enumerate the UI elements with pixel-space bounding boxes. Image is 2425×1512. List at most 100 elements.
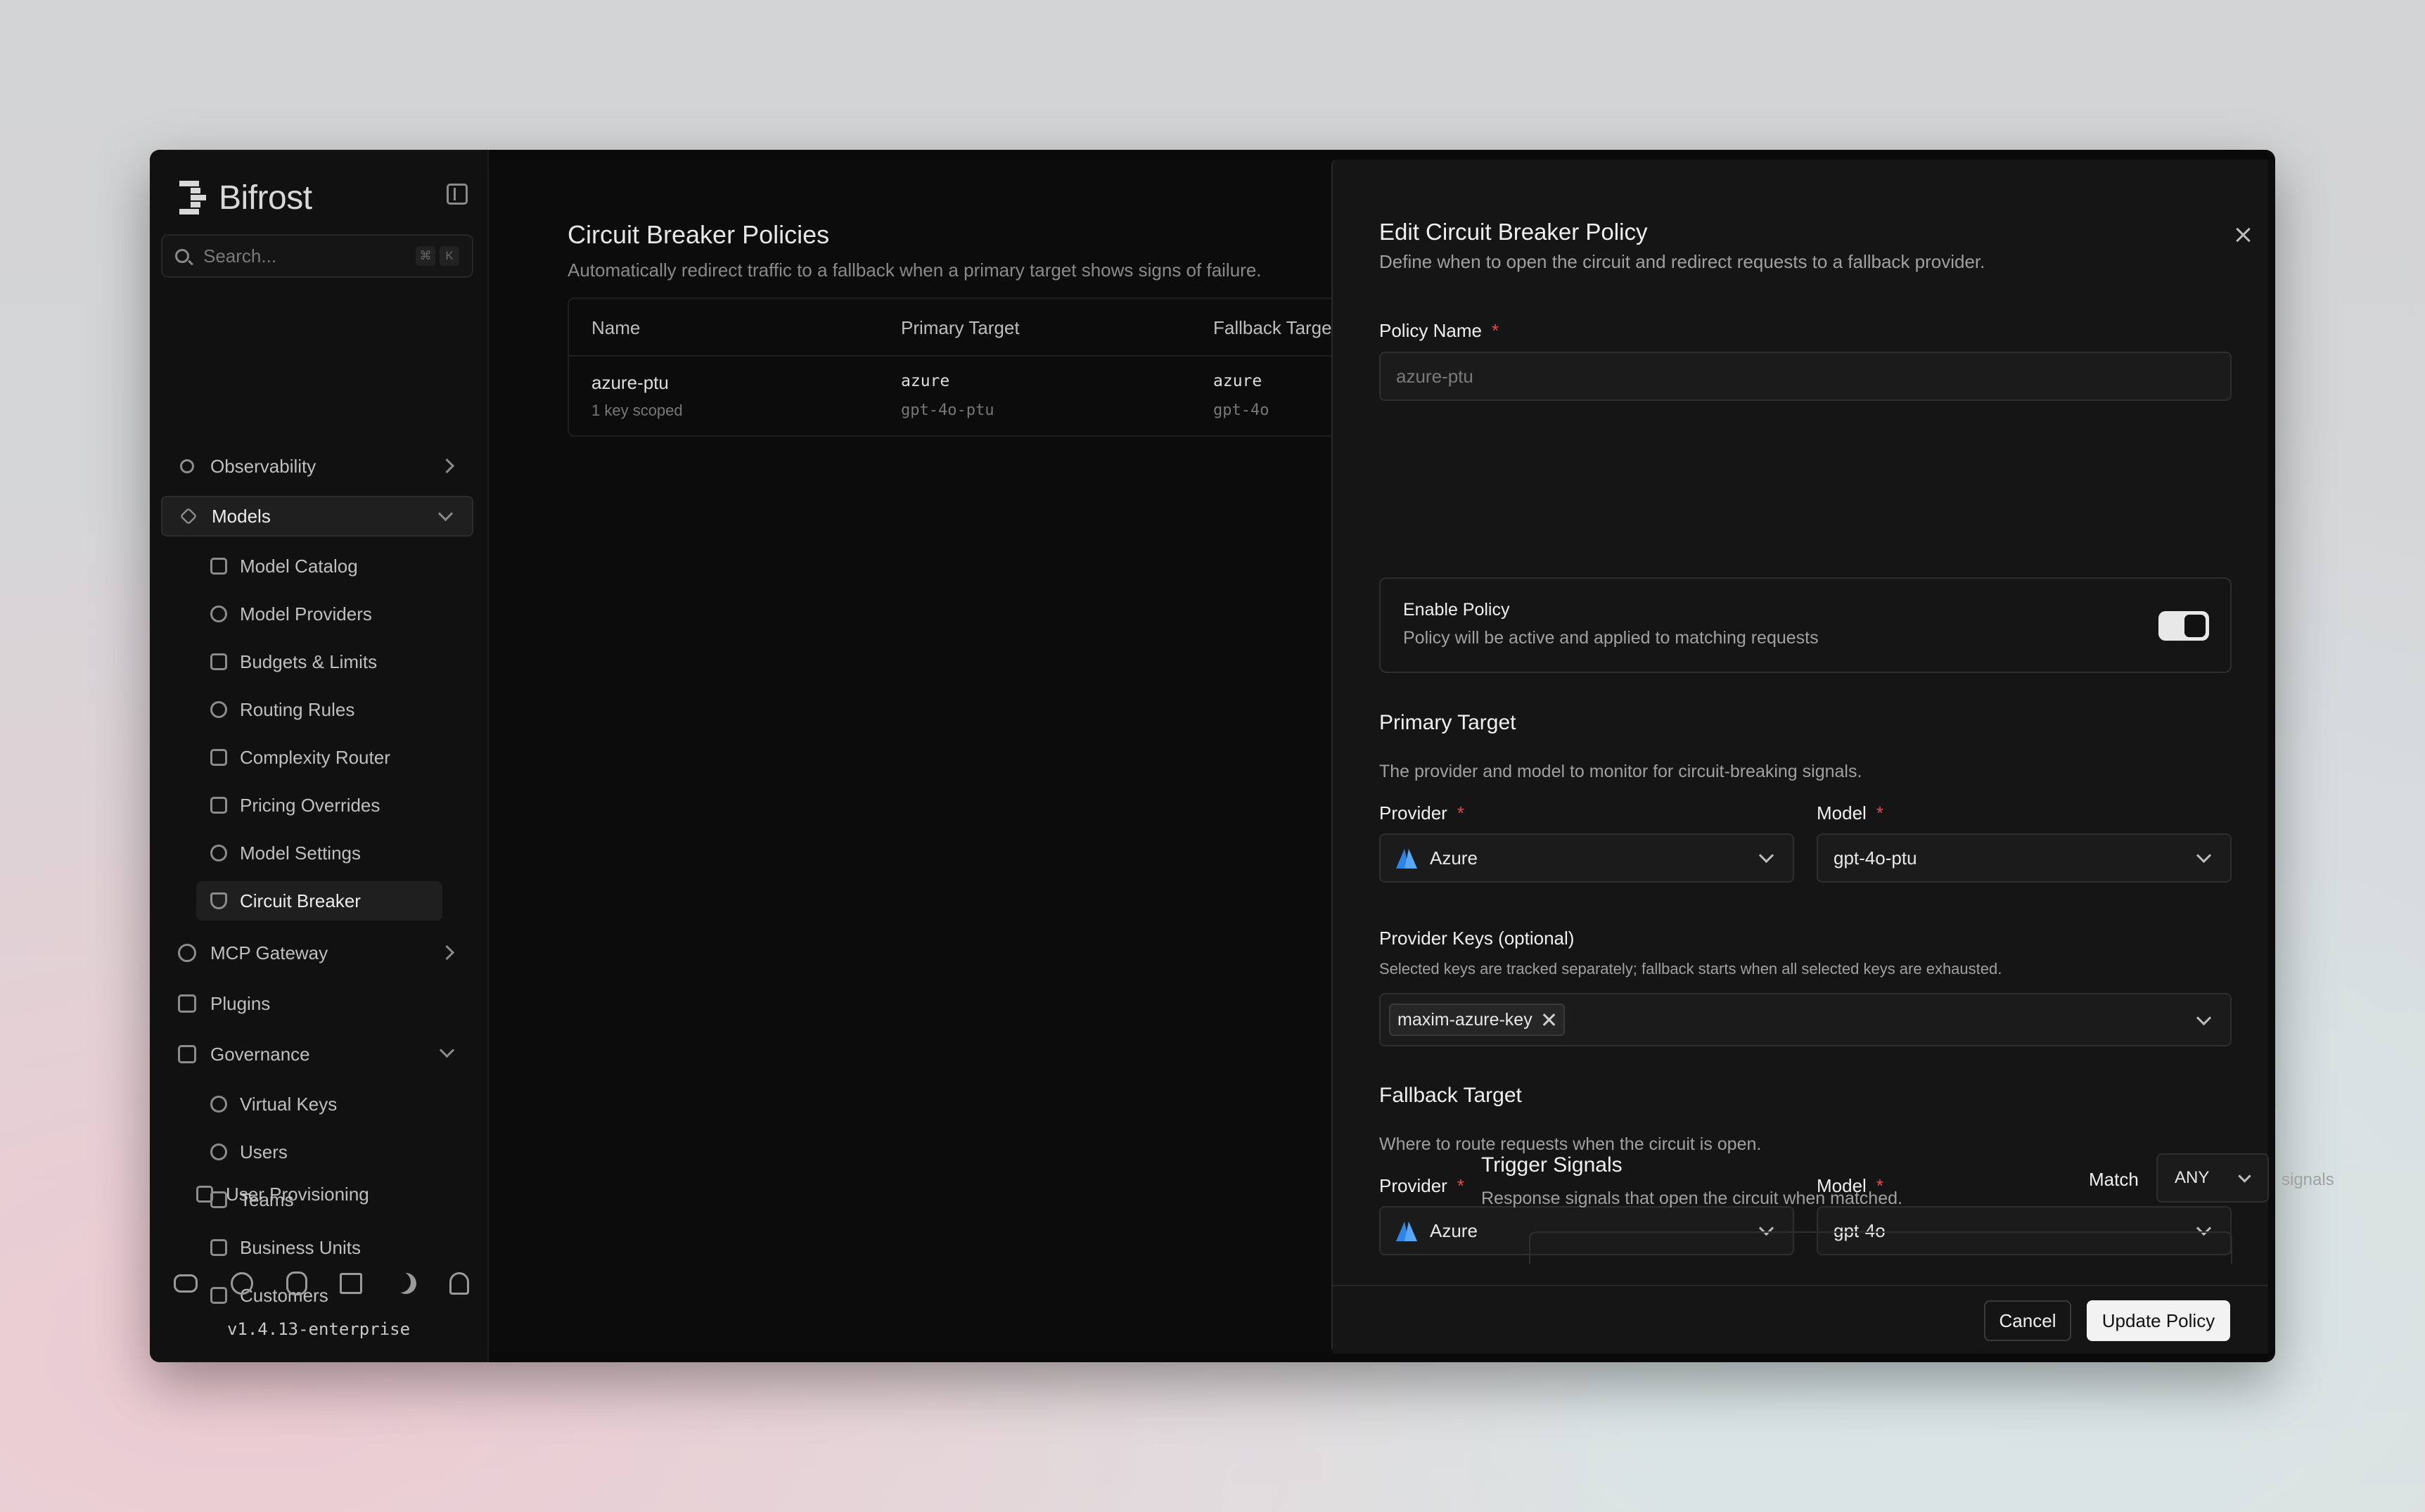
primary-model-select[interactable]: gpt-4o-ptu — [1817, 833, 2232, 883]
sidebar-item-label: Virtual Keys — [240, 1093, 338, 1115]
sidebar-item-label: User Provisioning — [226, 1183, 369, 1205]
discord-icon[interactable] — [174, 1274, 198, 1293]
sidebar-item-label: Models — [212, 505, 271, 527]
chevron-down-icon — [437, 506, 454, 522]
wallet-icon — [210, 653, 227, 670]
table-header: Name Primary Target Fallback Targe — [569, 299, 1413, 357]
sidebar-item-model-providers[interactable]: Model Providers — [196, 594, 442, 634]
enable-policy-card: Enable Policy Policy will be active and … — [1379, 577, 2232, 673]
sidebar-item-governance[interactable]: Governance — [161, 1034, 473, 1075]
column-header: Fallback Targe — [1213, 317, 1332, 338]
match-label: Match — [2089, 1169, 2139, 1190]
sidebar-item-label: Users — [240, 1141, 288, 1162]
sidebar-item-pricing-overrides[interactable]: Pricing Overrides — [196, 786, 442, 825]
sidebar-item-label: Routing Rules — [240, 698, 355, 720]
sidebar-item-observability[interactable]: Observability — [161, 446, 473, 487]
app-version: v1.4.13-enterprise — [226, 1319, 411, 1339]
enable-policy-title: Enable Policy — [1403, 600, 1510, 620]
mcp-icon — [178, 944, 196, 962]
sidebar-item-complexity-router[interactable]: Complexity Router — [196, 738, 442, 777]
primary-model-label: Model * — [1817, 802, 1883, 824]
policies-table: Name Primary Target Fallback Targe azure… — [568, 297, 1414, 437]
search-input[interactable]: Search... ⌘ K — [161, 234, 473, 278]
github-icon[interactable] — [230, 1272, 253, 1295]
signals-label: signals — [2282, 1170, 2334, 1189]
fallback-model: gpt-4o — [1213, 402, 1269, 419]
chevron-right-icon — [439, 458, 455, 474]
sidebar-item-plugins[interactable]: Plugins — [161, 983, 473, 1024]
sidebar-item-circuit-breaker[interactable]: Circuit Breaker — [196, 881, 442, 921]
primary-model: gpt-4o-ptu — [901, 402, 994, 419]
enable-policy-desc: Policy will be active and applied to mat… — [1403, 628, 1819, 648]
sidebar-item-label: Complexity Router — [240, 746, 390, 768]
remove-chip-icon[interactable] — [1542, 1013, 1555, 1026]
sidebar-item-label: Plugins — [210, 992, 271, 1014]
bug-icon[interactable] — [286, 1271, 307, 1295]
provider-keys-desc: Selected keys are tracked separately; fa… — [1379, 960, 2002, 978]
fallback-target-heading: Fallback Target — [1379, 1084, 1522, 1107]
sidebar-item-label: Business Units — [240, 1236, 361, 1258]
policy-name-input[interactable]: azure-ptu — [1379, 352, 2232, 401]
telescope-icon — [178, 457, 196, 475]
provider-keys-multiselect[interactable]: maxim-azure-key — [1379, 993, 2232, 1046]
policy-scope: 1 key scoped — [591, 402, 683, 419]
primary-provider: azure — [901, 372, 950, 390]
sidebar-item-business-units[interactable]: Business Units — [196, 1228, 442, 1267]
enable-policy-toggle[interactable] — [2158, 611, 2209, 641]
sidebar-item-virtual-keys[interactable]: Virtual Keys — [196, 1084, 442, 1124]
primary-target-desc: The provider and model to monitor for ci… — [1379, 762, 1862, 781]
sidebar-item-budgets-limits[interactable]: Budgets & Limits — [196, 642, 442, 681]
collapse-sidebar-icon[interactable] — [447, 184, 468, 205]
bifrost-logo-icon — [179, 181, 207, 214]
azure-icon — [1396, 1220, 1417, 1241]
signals-card — [1529, 1231, 2232, 1264]
sidebar-footer-icons — [174, 1268, 469, 1299]
sidebar-item-model-settings[interactable]: Model Settings — [196, 833, 442, 873]
landmark-icon — [178, 1045, 196, 1063]
sidebar-item-label: Pricing Overrides — [240, 794, 380, 816]
table-row[interactable]: azure-ptu 1 key scoped azure gpt-4o-ptu … — [569, 357, 1413, 435]
moon-icon[interactable] — [395, 1273, 416, 1294]
sidebar-item-label: Circuit Breaker — [240, 890, 361, 911]
azure-icon — [1396, 847, 1417, 869]
docs-icon[interactable] — [340, 1273, 363, 1294]
settings-sliders-icon — [210, 797, 227, 814]
chevron-down-icon — [2196, 1010, 2212, 1026]
user-icon[interactable] — [449, 1272, 469, 1295]
app-name: Bifrost — [219, 179, 312, 217]
fallback-provider: azure — [1213, 372, 1262, 390]
building-icon — [210, 1239, 227, 1256]
kbd-k: K — [440, 246, 459, 266]
sidebar-item-label: Observability — [210, 455, 316, 477]
sidebar-item-user-provisioning[interactable]: User Provisioning — [196, 1174, 369, 1214]
sidebar-item-label: Budgets & Limits — [240, 651, 378, 672]
cancel-button[interactable]: Cancel — [1984, 1300, 2071, 1341]
primary-target-heading: Primary Target — [1379, 711, 1516, 734]
sidebar-item-label: Governance — [210, 1043, 310, 1065]
sidebar-item-routing-rules[interactable]: Routing Rules — [196, 690, 442, 729]
page-title: Circuit Breaker Policies — [568, 220, 830, 249]
chevron-right-icon — [439, 944, 455, 961]
sidebar-item-users[interactable]: Users — [196, 1132, 442, 1172]
policy-name: azure-ptu — [591, 372, 669, 393]
sidebar-item-model-catalog[interactable]: Model Catalog — [196, 546, 442, 586]
grid-icon — [210, 558, 227, 575]
fallback-provider-label: Provider * — [1379, 1175, 1464, 1196]
providers-icon — [210, 606, 227, 622]
users-icon — [210, 1143, 227, 1160]
sidebar-item-models[interactable]: Models — [161, 496, 473, 537]
match-select[interactable]: ANY — [2156, 1153, 2269, 1203]
cube-icon — [179, 507, 198, 525]
close-icon[interactable] — [2234, 226, 2253, 244]
provider-keys-label: Provider Keys (optional) — [1379, 928, 1575, 949]
sidebar-item-mcp-gateway[interactable]: MCP Gateway — [161, 933, 473, 973]
kbd-cmd: ⌘ — [416, 246, 435, 266]
trigger-signals-heading: Trigger Signals — [1481, 1153, 1623, 1177]
dialog-footer: Cancel Update Policy — [1333, 1285, 2268, 1354]
logo[interactable]: Bifrost — [179, 175, 312, 220]
primary-provider-select[interactable]: Azure — [1379, 833, 1794, 883]
key-chip: maxim-azure-key — [1389, 1004, 1565, 1036]
search-placeholder: Search... — [203, 245, 277, 267]
update-policy-button[interactable]: Update Policy — [2087, 1300, 2230, 1341]
chevron-down-icon — [1758, 847, 1774, 864]
